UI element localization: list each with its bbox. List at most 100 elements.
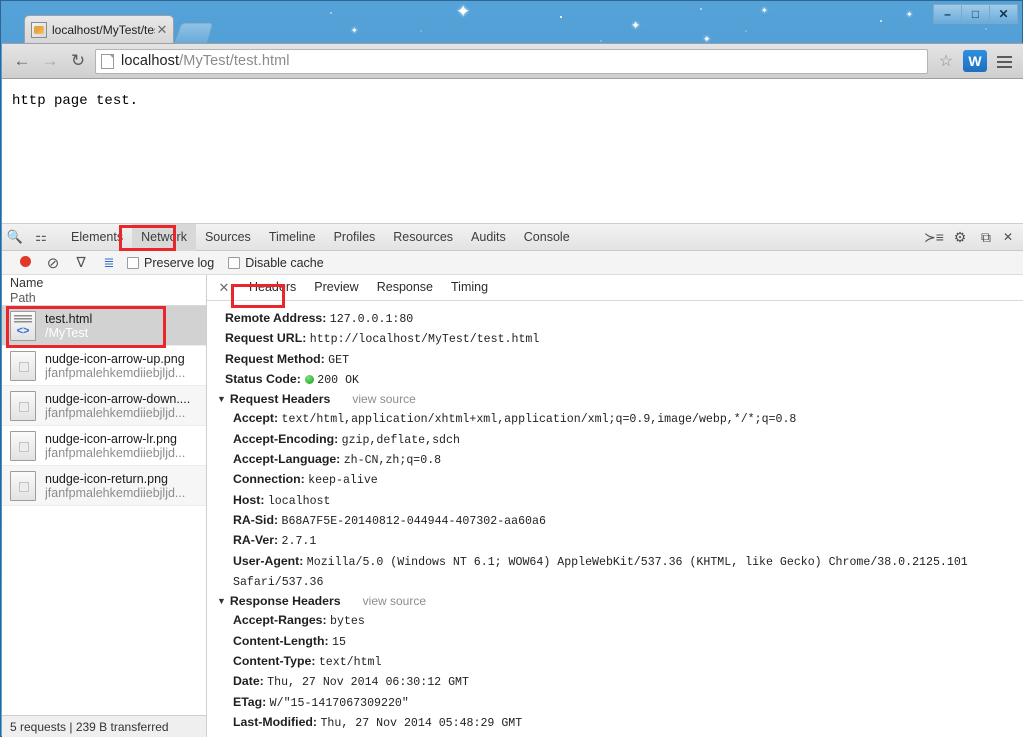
collapse-triangle-icon: ▼ <box>217 596 226 607</box>
disable-cache-box-icon <box>228 256 241 269</box>
header-server: Server: Apache-Coyote/1.1 <box>217 733 1023 737</box>
tab-resources[interactable]: Resources <box>384 224 462 251</box>
header-key: Accept-Encoding: <box>233 431 339 446</box>
tab-audits[interactable]: Audits <box>462 224 515 251</box>
browser-toolbar: ← → ↻ localhost/MyTest/test.html ☆ W <box>2 43 1023 78</box>
column-header-name[interactable]: Name <box>10 276 206 291</box>
header-value: B68A7F5E-20140812-044944-407302-aa60a6 <box>281 514 546 528</box>
header-key: Accept-Language: <box>233 452 341 467</box>
header-value: gzip,deflate,sdch <box>341 433 460 447</box>
header-value: Thu, 27 Nov 2014 06:30:12 GMT <box>267 676 469 690</box>
header-key: RA-Sid: <box>233 512 279 527</box>
header-value: 127.0.0.1:80 <box>329 313 414 326</box>
header-value: Thu, 27 Nov 2014 05:48:29 GMT <box>320 716 523 730</box>
tab-console[interactable]: Console <box>515 224 579 251</box>
request-path: jfanfpmalehkemdiiebjljd... <box>45 365 186 380</box>
header-ra-sid: RA-Sid: B68A7F5E-20140812-044944-407302-… <box>217 511 1023 531</box>
tab-close-icon[interactable]: ✕ <box>155 23 169 36</box>
request-row-arrow-down[interactable]: nudge-icon-arrow-down.... jfanfpmalehkem… <box>2 386 206 426</box>
header-key: Content-Type: <box>233 654 316 669</box>
header-key: Accept: <box>233 411 279 426</box>
drawer-console-icon[interactable]: ≻≡ <box>921 229 947 246</box>
header-last-modified: Last-Modified: Thu, 27 Nov 2014 05:48:29… <box>217 713 1023 733</box>
tab-profiles[interactable]: Profiles <box>325 224 385 251</box>
request-name: test.html <box>45 311 93 326</box>
network-status-bar: 5 requests | 239 B transferred <box>2 715 206 737</box>
devtools-tabbar-actions: ≻≡ ⚙ ⧉ ✕ <box>921 229 1023 246</box>
header-key: Host: <box>233 492 265 507</box>
tab-timeline[interactable]: Timeline <box>260 224 325 251</box>
requests-column-headers[interactable]: Name Path <box>2 275 206 306</box>
address-bar[interactable]: localhost/MyTest/test.html <box>95 48 928 74</box>
header-value: 2.7.1 <box>281 535 317 549</box>
header-accept: Accept: text/html,application/xhtml+xml,… <box>217 409 1023 429</box>
preserve-log-checkbox[interactable]: Preserve log <box>127 256 214 270</box>
disable-cache-label: Disable cache <box>245 255 324 270</box>
request-name: nudge-icon-return.png <box>45 471 168 486</box>
chrome-menu-icon[interactable] <box>991 55 1017 68</box>
back-button[interactable]: ← <box>8 47 36 75</box>
bookmark-star-icon[interactable]: ☆ <box>933 51 959 71</box>
detail-tab-response[interactable]: Response <box>368 275 442 300</box>
request-name: nudge-icon-arrow-up.png <box>45 351 185 366</box>
clear-button[interactable]: ⊘ <box>39 254 67 272</box>
request-path: /MyTest <box>45 325 89 340</box>
disable-cache-checkbox[interactable]: Disable cache <box>228 256 324 270</box>
header-value: keep-alive <box>308 474 378 488</box>
request-headers-section-title[interactable]: ▼ Request Headers view source <box>217 390 1023 409</box>
tab-sources[interactable]: Sources <box>196 224 260 251</box>
preserve-log-box-icon <box>127 256 139 269</box>
tab-network[interactable]: Network <box>132 223 196 251</box>
header-value: 15 <box>332 635 346 649</box>
request-path: jfanfpmalehkemdiiebjljd... <box>45 405 186 420</box>
tab-elements[interactable]: Elements <box>62 224 132 251</box>
view-source-link[interactable]: view source <box>352 390 415 409</box>
browser-window: – □ ✕ ✦ ✦ ✦ ✦ ✦ ✦ ✦ ✦ ✦ localhost/MyTest… <box>0 0 1023 737</box>
header-value: W/"15-1417067309220" <box>269 696 409 710</box>
response-headers-section-title[interactable]: ▼ Response Headers view source <box>217 592 1023 611</box>
record-dot-icon <box>19 256 31 267</box>
requests-list: test.html /MyTest nudge-icon-arrow-up.pn… <box>2 306 206 715</box>
inspect-element-icon[interactable]: 🔍 <box>2 224 28 250</box>
header-request-url: Request URL: http://localhost/MyTest/tes… <box>217 329 1023 349</box>
devtools-body: Name Path test.html /MyTest nudg <box>2 275 1023 737</box>
header-user-agent: User-Agent: Mozilla/5.0 (Windows NT 6.1;… <box>217 552 1023 593</box>
detail-tab-timing[interactable]: Timing <box>442 275 497 300</box>
header-key: Request Method: <box>225 351 325 366</box>
new-tab-button[interactable] <box>174 23 214 43</box>
request-row-return[interactable]: nudge-icon-return.png jfanfpmalehkemdiie… <box>2 466 206 506</box>
status-ok-dot-icon <box>305 374 315 384</box>
detail-tab-preview[interactable]: Preview <box>305 275 367 300</box>
forward-button[interactable]: → <box>36 47 64 75</box>
section-label: Request Headers <box>229 392 331 407</box>
header-value: Mozilla/5.0 (Windows NT 6.1; WOW64) Appl… <box>233 555 968 589</box>
preserve-log-label: Preserve log <box>144 255 215 270</box>
image-icon <box>10 470 36 501</box>
header-accept-encoding: Accept-Encoding: gzip,deflate,sdch <box>217 430 1023 450</box>
browser-tab[interactable]: localhost/MyTest/test.ht ✕ <box>24 15 174 43</box>
detail-close-icon[interactable]: ✕ <box>216 280 232 296</box>
detail-tab-headers[interactable]: Headers <box>240 275 305 300</box>
filter-icon[interactable]: ∇ <box>67 254 95 271</box>
page-viewport: http page test. <box>2 78 1023 223</box>
device-toggle-icon[interactable]: ⚏ <box>28 224 54 250</box>
header-date: Date: Thu, 27 Nov 2014 06:30:12 GMT <box>217 672 1023 692</box>
settings-gear-icon[interactable]: ⚙ <box>947 229 973 246</box>
devtools-tabbar: 🔍 ⚏ Elements Network Sources Timeline Pr… <box>2 223 1023 251</box>
request-path: jfanfpmalehkemdiiebjljd... <box>45 445 186 460</box>
column-header-path[interactable]: Path <box>10 291 206 306</box>
extension-icon[interactable]: W <box>963 50 987 72</box>
dock-side-icon[interactable]: ⧉ <box>973 229 999 246</box>
request-row-arrow-up[interactable]: nudge-icon-arrow-up.png jfanfpmalehkemdi… <box>2 346 206 386</box>
view-list-icon[interactable]: ≣ <box>95 255 123 271</box>
network-toolbar: ⊘ ∇ ≣ Preserve log Disable cache <box>2 251 1023 275</box>
request-row-arrow-lr[interactable]: nudge-icon-arrow-lr.png jfanfpmalehkemdi… <box>2 426 206 466</box>
header-accept-ranges: Accept-Ranges: bytes <box>217 611 1023 631</box>
request-row-test-html[interactable]: test.html /MyTest <box>2 306 206 346</box>
reload-button[interactable]: ↻ <box>64 47 92 75</box>
view-source-link[interactable]: view source <box>363 592 426 611</box>
record-button[interactable] <box>11 255 39 270</box>
close-devtools-icon[interactable]: ✕ <box>999 230 1017 244</box>
header-key: Remote Address: <box>225 311 327 325</box>
requests-pane: Name Path test.html /MyTest nudg <box>2 275 207 737</box>
